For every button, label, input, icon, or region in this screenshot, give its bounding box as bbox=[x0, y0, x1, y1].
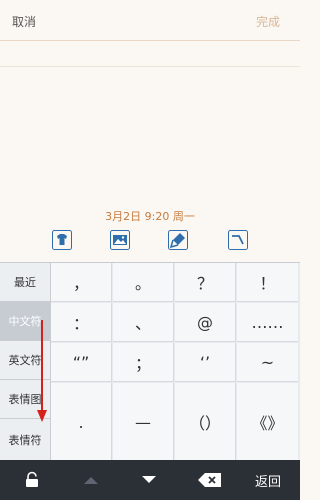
arrow-up-icon[interactable] bbox=[78, 460, 104, 500]
divider bbox=[0, 66, 300, 67]
category-list: 最近 中文符 英文符 表情图 表情符 bbox=[0, 263, 50, 461]
divider bbox=[0, 40, 300, 41]
key-symbol[interactable]: ； bbox=[113, 343, 174, 382]
key-symbol[interactable]: — bbox=[113, 383, 174, 461]
key-symbol[interactable]: ~ bbox=[237, 343, 298, 382]
shirt-icon[interactable] bbox=[52, 230, 72, 250]
category-emoticons[interactable]: 表情符 bbox=[0, 419, 50, 461]
pen-icon[interactable] bbox=[228, 230, 248, 250]
note-toolbar bbox=[0, 228, 300, 254]
arrow-down-icon[interactable] bbox=[136, 460, 162, 500]
key-symbol[interactable]: （） bbox=[175, 383, 236, 461]
lock-icon[interactable] bbox=[20, 460, 44, 500]
key-symbol[interactable]: ‘’ bbox=[175, 343, 236, 382]
backspace-icon[interactable] bbox=[196, 460, 224, 500]
category-english-symbols[interactable]: 英文符 bbox=[0, 341, 50, 380]
key-symbol[interactable]: ？ bbox=[175, 263, 236, 302]
key-symbol[interactable]: ， bbox=[51, 263, 112, 302]
category-chinese-symbols[interactable]: 中文符 bbox=[0, 302, 50, 341]
key-symbol[interactable]: ： bbox=[51, 303, 112, 342]
done-button[interactable]: 完成 bbox=[256, 13, 280, 30]
category-recent[interactable]: 最近 bbox=[0, 263, 50, 302]
top-bar: 取消 完成 bbox=[0, 0, 300, 40]
key-symbol[interactable]: . bbox=[51, 383, 112, 461]
back-button[interactable]: 返回 bbox=[248, 460, 288, 500]
symbol-grid: ， 。 ？ ！ ： 、 @ …… “” ； ‘’ ~ . — （） 《》 bbox=[51, 263, 300, 461]
cancel-button[interactable]: 取消 bbox=[12, 13, 36, 30]
key-symbol[interactable]: 《》 bbox=[237, 383, 298, 461]
key-symbol[interactable]: “” bbox=[51, 343, 112, 382]
key-symbol[interactable]: ！ bbox=[237, 263, 298, 302]
key-symbol[interactable]: …… bbox=[237, 303, 298, 342]
symbol-keyboard: 最近 中文符 英文符 表情图 表情符 ， 。 ？ ！ ： 、 @ …… “” ；… bbox=[0, 262, 300, 461]
note-datetime: 3月2日 9:20 周一 bbox=[105, 210, 195, 223]
tag-icon[interactable] bbox=[168, 230, 188, 250]
image-icon[interactable] bbox=[110, 230, 130, 250]
category-emoji-images[interactable]: 表情图 bbox=[0, 380, 50, 419]
key-symbol[interactable]: 、 bbox=[113, 303, 174, 342]
key-symbol[interactable]: @ bbox=[175, 303, 236, 342]
bottom-bar: 返回 bbox=[0, 460, 300, 500]
key-symbol[interactable]: 。 bbox=[113, 263, 174, 302]
